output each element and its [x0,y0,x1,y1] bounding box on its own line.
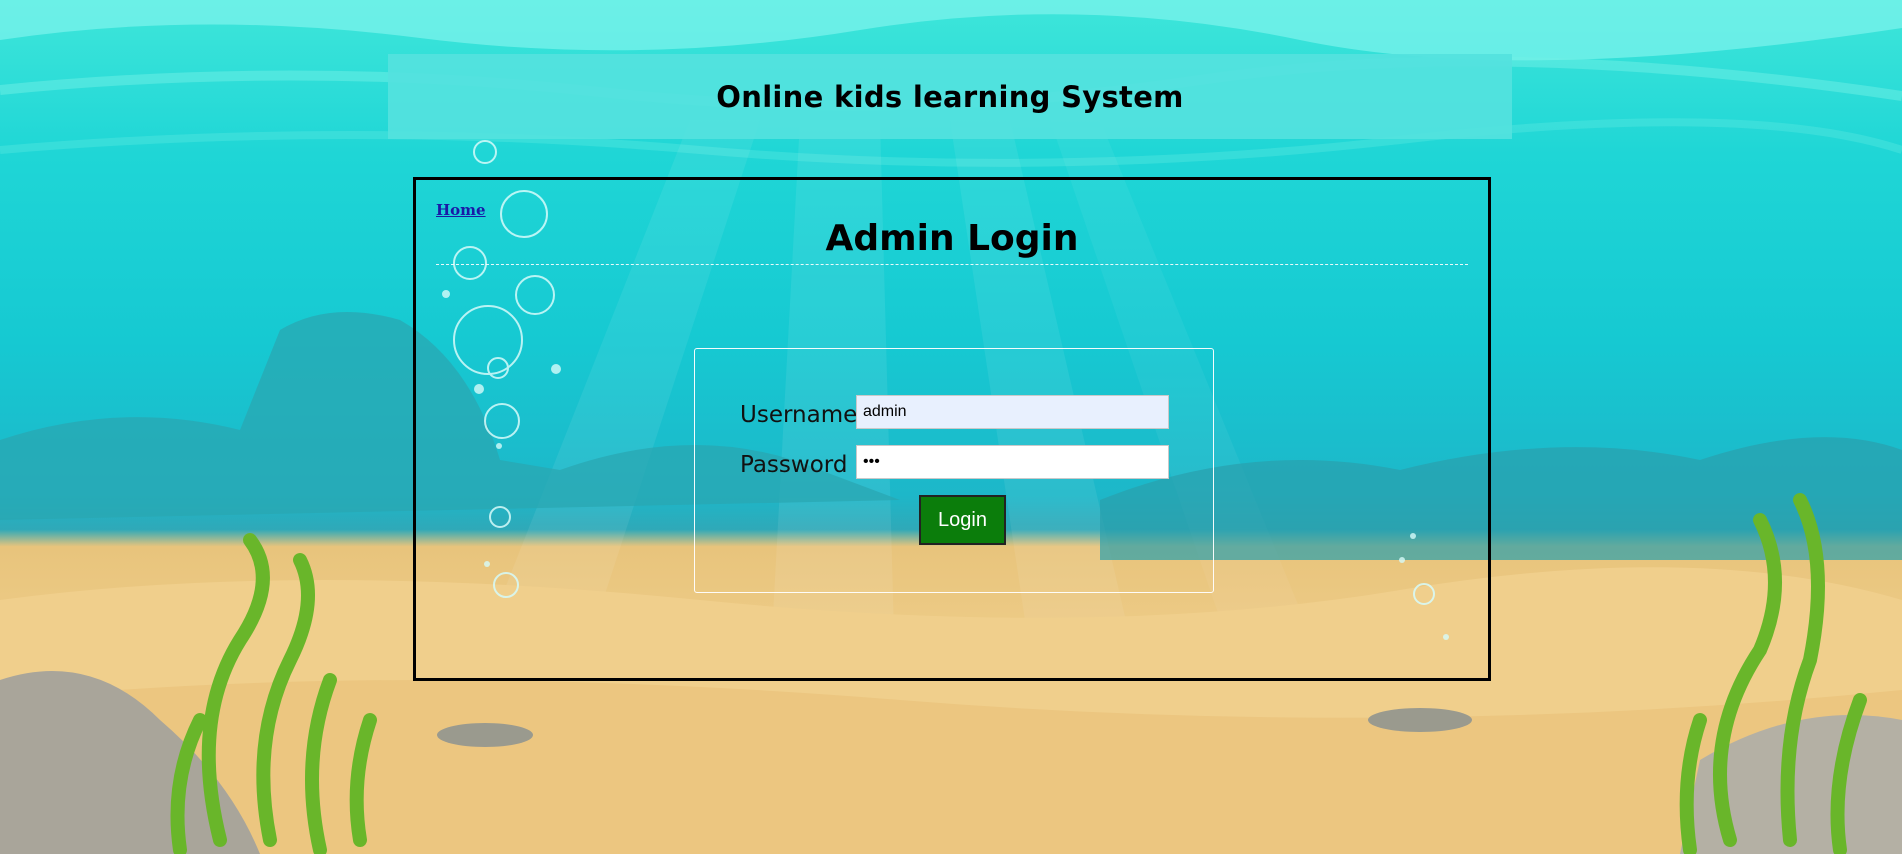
underwater-background: Online kids learning System Home Admin L… [0,0,1902,854]
password-row: Password [740,445,1169,479]
password-label: Password [740,452,848,478]
login-form: Username Password Login [694,348,1214,593]
site-header: Online kids learning System [388,54,1512,139]
username-row: Username [740,395,1169,429]
admin-login-panel: Home Admin Login Username Password Login [413,177,1491,681]
title-divider [436,264,1468,265]
username-label: Username [740,402,858,428]
home-link[interactable]: Home [436,201,486,219]
login-button[interactable]: Login [919,495,1006,545]
site-title: Online kids learning System [716,79,1184,114]
username-input[interactable] [856,395,1169,429]
page-title: Admin Login [825,218,1079,259]
password-input[interactable] [856,445,1169,479]
